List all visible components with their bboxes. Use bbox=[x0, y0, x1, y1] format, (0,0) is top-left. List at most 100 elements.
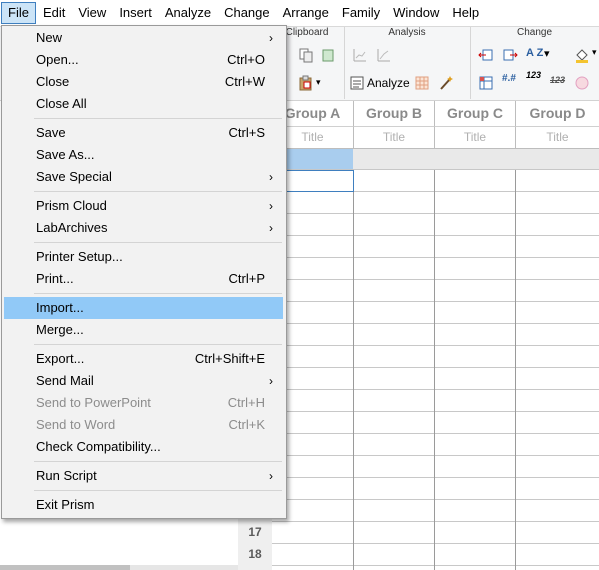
menu-item-label: Printer Setup... bbox=[36, 249, 123, 264]
change-group-title: Change bbox=[516, 27, 553, 38]
menu-item-prism-cloud[interactable]: Prism Cloud › bbox=[4, 195, 283, 217]
number-format-icon[interactable]: 123 bbox=[526, 70, 541, 80]
menu-file[interactable]: File bbox=[1, 2, 36, 24]
menu-item-save-as[interactable]: Save As... bbox=[4, 144, 283, 166]
column-title-d[interactable]: Title bbox=[516, 127, 599, 149]
menu-item-label: Export... bbox=[36, 351, 85, 366]
menu-separator bbox=[34, 461, 282, 462]
menu-item-label: Save bbox=[36, 125, 66, 140]
menu-item-label: Open... bbox=[36, 52, 79, 67]
menu-item-label: Save As... bbox=[36, 147, 95, 162]
menu-item-export[interactable]: Export... Ctrl+Shift+E bbox=[4, 348, 283, 370]
menu-item-label: Exit Prism bbox=[36, 497, 95, 512]
analyze-label: Analyze bbox=[367, 76, 410, 90]
menu-item-close-all[interactable]: Close All bbox=[4, 93, 283, 115]
menu-item-label: Print... bbox=[36, 271, 74, 286]
format-number-icon[interactable]: #.# bbox=[502, 73, 516, 84]
magic-wand-icon[interactable] bbox=[438, 75, 454, 91]
strike-number-icon[interactable]: 123 bbox=[550, 75, 565, 85]
submenu-arrow-icon: › bbox=[269, 469, 273, 483]
copy-icon[interactable] bbox=[298, 47, 314, 63]
menu-item-labarchives[interactable]: LabArchives › bbox=[4, 217, 283, 239]
menu-view[interactable]: View bbox=[72, 3, 112, 23]
column-title-b[interactable]: Title bbox=[354, 127, 435, 149]
menu-item-printer-setup[interactable]: Printer Setup... bbox=[4, 246, 283, 268]
menu-item-label: LabArchives bbox=[36, 220, 108, 235]
menu-item-send-mail[interactable]: Send Mail › bbox=[4, 370, 283, 392]
menu-item-run-script[interactable]: Run Script › bbox=[4, 465, 283, 487]
table-format-icon[interactable] bbox=[478, 75, 494, 91]
graph-alt-icon[interactable] bbox=[376, 47, 392, 63]
menu-family[interactable]: Family bbox=[336, 3, 386, 23]
menu-insert[interactable]: Insert bbox=[113, 3, 158, 23]
submenu-arrow-icon: › bbox=[269, 374, 273, 388]
insert-column-left-icon[interactable] bbox=[478, 47, 494, 63]
paste-dropdown-icon[interactable]: ▾ bbox=[316, 77, 321, 88]
column-header-group-d[interactable]: Group D bbox=[516, 101, 599, 127]
menu-item-close[interactable]: Close Ctrl+W bbox=[4, 71, 283, 93]
menu-item-label: Merge... bbox=[36, 322, 84, 337]
menu-item-shortcut: Ctrl+H bbox=[227, 395, 265, 410]
menu-item-open[interactable]: Open... Ctrl+O bbox=[4, 49, 283, 71]
insert-column-right-icon[interactable] bbox=[502, 47, 518, 63]
row-number: 17 bbox=[248, 525, 262, 539]
menu-separator bbox=[34, 490, 282, 491]
menu-analyze[interactable]: Analyze bbox=[159, 3, 217, 23]
menu-item-shortcut: Ctrl+P bbox=[228, 271, 265, 286]
color-wheel-icon[interactable] bbox=[574, 75, 590, 91]
menu-item-label: Close bbox=[36, 74, 70, 89]
menu-arrange[interactable]: Arrange bbox=[277, 3, 335, 23]
menu-item-label: Send to Word bbox=[36, 417, 116, 432]
analysis-group: Analysis Analyze bbox=[344, 27, 471, 99]
fill-dropdown-icon[interactable]: ▾ bbox=[592, 47, 597, 58]
menu-separator bbox=[34, 242, 282, 243]
menu-item-shortcut: Ctrl+K bbox=[228, 417, 265, 432]
menu-help[interactable]: Help bbox=[446, 3, 485, 23]
menu-item-import[interactable]: Import... bbox=[4, 297, 283, 319]
analyze-button[interactable]: Analyze bbox=[350, 73, 410, 93]
menu-item-merge[interactable]: Merge... bbox=[4, 319, 283, 341]
analysis-group-title: Analysis bbox=[388, 27, 426, 38]
menu-item-label: Close All bbox=[36, 96, 87, 111]
menu-item-print[interactable]: Print... Ctrl+P bbox=[4, 268, 283, 290]
menu-item-save[interactable]: Save Ctrl+S bbox=[4, 122, 283, 144]
table-icon[interactable] bbox=[414, 75, 430, 91]
menu-item-shortcut: Ctrl+Shift+E bbox=[194, 351, 265, 366]
menu-separator bbox=[34, 191, 282, 192]
submenu-arrow-icon: › bbox=[269, 221, 273, 235]
menu-item-label: Check Compatibility... bbox=[36, 439, 161, 454]
column-header-group-c[interactable]: Group C bbox=[435, 101, 516, 127]
menu-window[interactable]: Window bbox=[387, 3, 445, 23]
menu-item-label: New bbox=[36, 30, 63, 45]
menu-separator bbox=[34, 293, 282, 294]
column-header-group-b[interactable]: Group B bbox=[354, 101, 435, 127]
menu-item-new[interactable]: New › bbox=[4, 27, 283, 49]
menu-item-label: Import... bbox=[36, 300, 84, 315]
menu-item-label: Send to PowerPoint bbox=[36, 395, 151, 410]
menu-item-label: Save Special bbox=[36, 169, 112, 184]
column-title-c[interactable]: Title bbox=[435, 127, 516, 149]
menu-item-send-to-powerpoint: Send to PowerPoint Ctrl+H bbox=[4, 392, 283, 414]
menu-edit[interactable]: Edit bbox=[37, 3, 71, 23]
menu-separator bbox=[34, 344, 282, 345]
menu-item-exit-prism[interactable]: Exit Prism bbox=[4, 494, 283, 516]
menu-item-label: Prism Cloud bbox=[36, 198, 107, 213]
menu-item-save-special[interactable]: Save Special › bbox=[4, 166, 283, 188]
menu-separator bbox=[34, 118, 282, 119]
navigator-scrollbar[interactable] bbox=[0, 565, 238, 570]
menu-item-shortcut: Ctrl+S bbox=[228, 125, 265, 140]
paste-icon[interactable] bbox=[298, 75, 314, 91]
file-menu-dropdown: New › Open... Ctrl+O Close Ctrl+W Close … bbox=[1, 25, 287, 519]
menu-change[interactable]: Change bbox=[218, 3, 276, 23]
paste-special-icon[interactable] bbox=[320, 47, 336, 63]
graph-icon[interactable] bbox=[352, 47, 368, 63]
fill-color-icon[interactable] bbox=[574, 47, 590, 63]
submenu-arrow-icon: › bbox=[269, 31, 273, 45]
submenu-arrow-icon: › bbox=[269, 170, 273, 184]
sort-dropdown-icon[interactable]: ▾ bbox=[544, 47, 550, 60]
menu-item-shortcut: Ctrl+O bbox=[227, 52, 265, 67]
menu-item-check-compatibility[interactable]: Check Compatibility... bbox=[4, 436, 283, 458]
navigator-scroll-thumb[interactable] bbox=[0, 565, 130, 570]
sort-az-icon[interactable]: A Z bbox=[526, 47, 543, 59]
analyze-icon bbox=[350, 76, 364, 90]
